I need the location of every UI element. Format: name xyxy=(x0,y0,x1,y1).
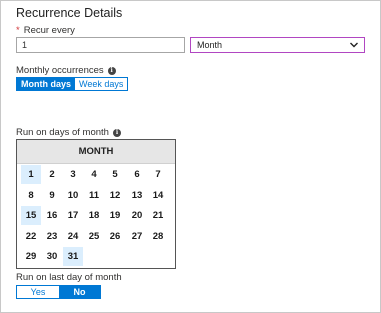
month-days-option[interactable]: Month days xyxy=(17,78,76,90)
calendar-day[interactable]: 5 xyxy=(105,165,125,184)
monthly-occurrences-toggle: Month days Week days xyxy=(16,77,129,91)
calendar-day[interactable]: 8 xyxy=(21,186,41,205)
chevron-down-icon xyxy=(350,42,358,48)
calendar-day[interactable]: 21 xyxy=(148,206,168,225)
calendar-day[interactable]: 30 xyxy=(42,247,62,266)
recur-every-label-text: Recur every xyxy=(23,25,75,36)
info-icon[interactable]: i xyxy=(112,129,121,137)
run-on-days-label: Run on days of month i xyxy=(16,127,121,138)
monthly-occurrences-label: Monthly occurrences i xyxy=(16,65,116,76)
info-icon[interactable]: i xyxy=(107,67,116,75)
section-title: Recurrence Details xyxy=(16,6,123,20)
run-on-days-label-text: Run on days of month xyxy=(16,127,109,138)
calendar-day[interactable]: 31 xyxy=(63,247,83,266)
calendar-day[interactable]: 27 xyxy=(127,227,147,246)
last-day-toggle: Yes No xyxy=(16,285,101,299)
calendar-day[interactable]: 24 xyxy=(63,227,83,246)
calendar-day[interactable]: 4 xyxy=(84,165,104,184)
calendar-day[interactable]: 16 xyxy=(42,206,62,225)
calendar-day[interactable]: 7 xyxy=(148,165,168,184)
calendar-day[interactable]: 19 xyxy=(105,206,125,225)
calendar-day[interactable]: 25 xyxy=(84,227,104,246)
week-days-option[interactable]: Week days xyxy=(75,78,128,90)
recur-every-label: * Recur every xyxy=(16,25,75,36)
required-marker: * xyxy=(16,25,20,36)
calendar-day[interactable]: 13 xyxy=(127,186,147,205)
calendar-day[interactable]: 15 xyxy=(21,206,41,225)
calendar-day[interactable]: 26 xyxy=(105,227,125,246)
calendar-day[interactable]: 10 xyxy=(63,186,83,205)
recur-unit-value: Month xyxy=(197,40,223,50)
calendar-day[interactable]: 1 xyxy=(21,165,41,184)
calendar-day[interactable]: 3 xyxy=(63,165,83,184)
calendar-day[interactable]: 9 xyxy=(42,186,62,205)
calendar-day[interactable]: 11 xyxy=(84,186,104,205)
calendar-day[interactable]: 22 xyxy=(21,227,41,246)
days-of-month-calendar: MONTH 1 2 3 4 5 6 7 8 9 10 11 12 13 14 15 16 17 18 19 20 21 2… xyxy=(16,139,176,269)
calendar-day[interactable]: 14 xyxy=(148,186,168,205)
calendar-day[interactable]: 29 xyxy=(21,247,41,266)
recur-every-input[interactable]: 1 xyxy=(16,37,185,53)
run-on-last-day-label: Run on last day of month xyxy=(16,272,122,283)
calendar-day[interactable]: 12 xyxy=(105,186,125,205)
no-option[interactable]: No xyxy=(59,286,100,298)
calendar-day[interactable]: 23 xyxy=(42,227,62,246)
monthly-occurrences-label-text: Monthly occurrences xyxy=(16,65,104,76)
recur-unit-select[interactable]: Month xyxy=(190,37,365,53)
calendar-day[interactable]: 28 xyxy=(148,227,168,246)
yes-option[interactable]: Yes xyxy=(17,286,59,298)
calendar-day[interactable]: 20 xyxy=(127,206,147,225)
calendar-day[interactable]: 17 xyxy=(63,206,83,225)
calendar-day[interactable]: 2 xyxy=(42,165,62,184)
calendar-day[interactable]: 18 xyxy=(84,206,104,225)
calendar-day[interactable]: 6 xyxy=(127,165,147,184)
calendar-header: MONTH xyxy=(17,140,175,164)
